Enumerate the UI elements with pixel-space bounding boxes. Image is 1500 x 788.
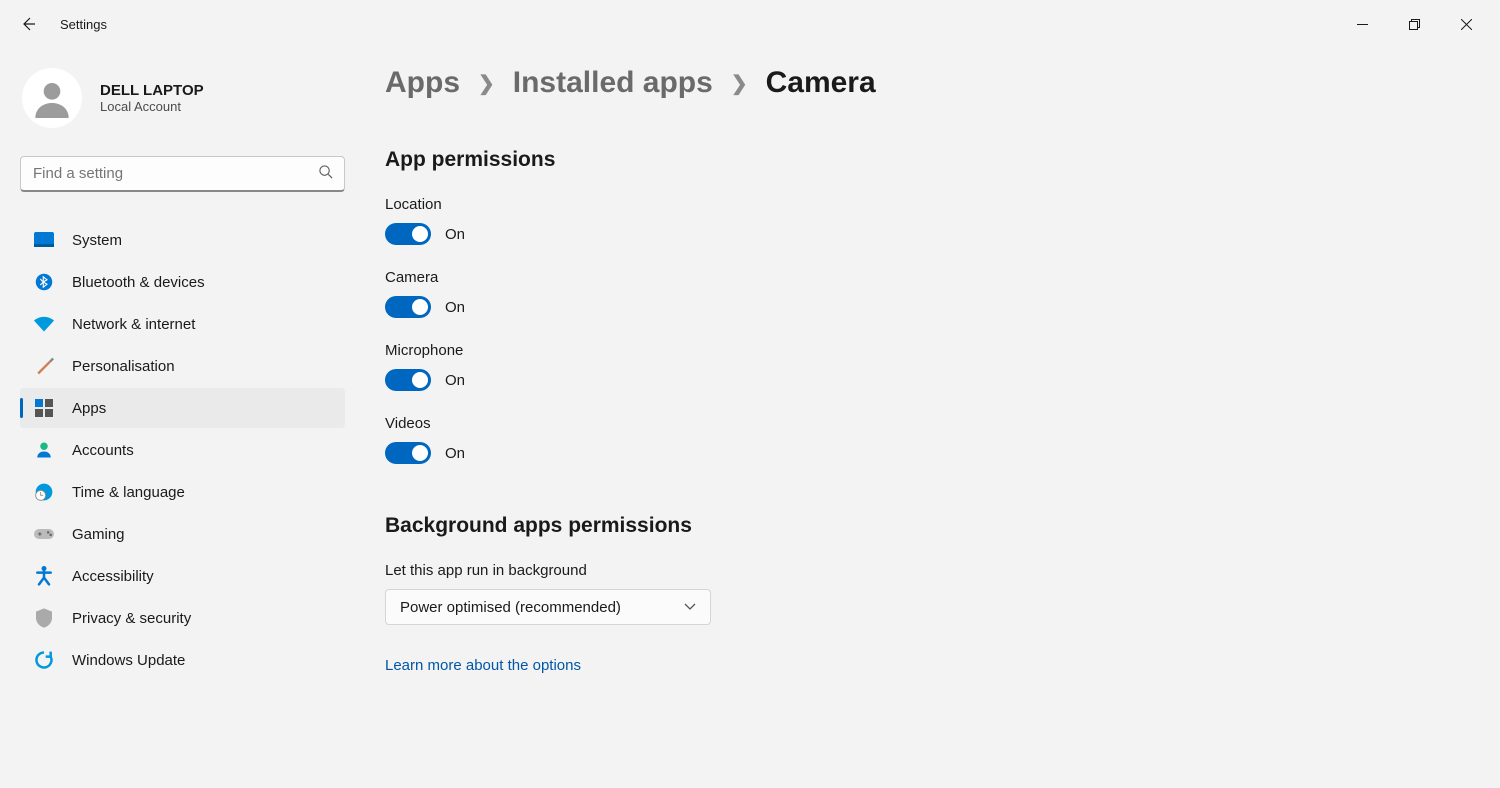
apps-icon	[34, 398, 54, 418]
sidebar-item-label: Time & language	[72, 484, 185, 501]
sidebar-item-personalisation[interactable]: Personalisation	[20, 346, 345, 386]
sidebar-item-label: Bluetooth & devices	[72, 274, 205, 291]
microphone-toggle[interactable]	[385, 369, 431, 391]
update-icon	[34, 650, 54, 670]
perm-label: Location	[385, 196, 1460, 213]
shield-icon	[34, 608, 54, 628]
camera-toggle[interactable]	[385, 296, 431, 318]
sidebar-item-accounts[interactable]: Accounts	[20, 430, 345, 470]
minimize-button[interactable]	[1340, 8, 1384, 40]
perm-microphone: Microphone On	[385, 342, 1460, 391]
background-permissions-heading: Background apps permissions	[385, 514, 1460, 538]
user-name: DELL LAPTOP	[100, 82, 204, 99]
location-toggle[interactable]	[385, 223, 431, 245]
titlebar: Settings	[0, 0, 1500, 48]
toggle-state: On	[445, 226, 465, 243]
sidebar-item-label: Windows Update	[72, 652, 185, 669]
accessibility-icon	[34, 566, 54, 586]
close-icon	[1461, 19, 1472, 30]
toggle-state: On	[445, 445, 465, 462]
sidebar-item-label: Accessibility	[72, 568, 154, 585]
search-box	[20, 156, 345, 192]
minimize-icon	[1357, 19, 1368, 30]
perm-label: Camera	[385, 269, 1460, 286]
maximize-icon	[1409, 19, 1420, 30]
sidebar-item-privacy[interactable]: Privacy & security	[20, 598, 345, 638]
sidebar-item-system[interactable]: System	[20, 220, 345, 260]
perm-videos: Videos On	[385, 415, 1460, 464]
user-block[interactable]: DELL LAPTOP Local Account	[20, 68, 345, 156]
perm-camera: Camera On	[385, 269, 1460, 318]
sidebar-item-label: Network & internet	[72, 316, 195, 333]
breadcrumb-current: Camera	[766, 66, 876, 100]
chevron-right-icon: ❯	[478, 71, 495, 96]
clock-globe-icon	[34, 482, 54, 502]
chevron-down-icon	[684, 603, 696, 611]
arrow-left-icon	[20, 16, 36, 32]
toggle-state: On	[445, 299, 465, 316]
accounts-icon	[34, 440, 54, 460]
background-mode-select[interactable]: Power optimised (recommended)	[385, 589, 711, 625]
nav: System Bluetooth & devices Network & int…	[20, 220, 345, 680]
sidebar-item-label: Gaming	[72, 526, 125, 543]
chevron-right-icon: ❯	[731, 71, 748, 96]
paintbrush-icon	[34, 356, 54, 376]
breadcrumb: Apps ❯ Installed apps ❯ Camera	[385, 66, 1460, 100]
sidebar-item-gaming[interactable]: Gaming	[20, 514, 345, 554]
sidebar-item-accessibility[interactable]: Accessibility	[20, 556, 345, 596]
bluetooth-icon	[34, 272, 54, 292]
sidebar-item-label: Privacy & security	[72, 610, 191, 627]
app-permissions-heading: App permissions	[385, 148, 1460, 172]
perm-label: Microphone	[385, 342, 1460, 359]
sidebar-item-apps[interactable]: Apps	[20, 388, 345, 428]
sidebar-item-time[interactable]: Time & language	[20, 472, 345, 512]
learn-more-link[interactable]: Learn more about the options	[385, 657, 1460, 674]
wifi-icon	[34, 314, 54, 334]
breadcrumb-apps[interactable]: Apps	[385, 66, 460, 100]
back-button[interactable]	[12, 8, 44, 40]
maximize-button[interactable]	[1392, 8, 1436, 40]
gamepad-icon	[34, 524, 54, 544]
sidebar-item-bluetooth[interactable]: Bluetooth & devices	[20, 262, 345, 302]
sidebar-item-update[interactable]: Windows Update	[20, 640, 345, 680]
breadcrumb-installed-apps[interactable]: Installed apps	[513, 66, 713, 100]
perm-label: Videos	[385, 415, 1460, 432]
window-title: Settings	[60, 17, 107, 32]
avatar	[22, 68, 82, 128]
user-subtitle: Local Account	[100, 99, 204, 114]
main-content: Apps ❯ Installed apps ❯ Camera App permi…	[345, 48, 1500, 788]
sidebar-item-label: Apps	[72, 400, 106, 417]
person-icon	[32, 78, 72, 118]
sidebar-item-network[interactable]: Network & internet	[20, 304, 345, 344]
perm-location: Location On	[385, 196, 1460, 245]
select-value: Power optimised (recommended)	[400, 599, 621, 616]
search-input[interactable]	[20, 156, 345, 192]
sidebar: DELL LAPTOP Local Account System Bluetoo…	[0, 48, 345, 788]
close-button[interactable]	[1444, 8, 1488, 40]
toggle-state: On	[445, 372, 465, 389]
background-label: Let this app run in background	[385, 562, 1460, 579]
sidebar-item-label: Accounts	[72, 442, 134, 459]
videos-toggle[interactable]	[385, 442, 431, 464]
sidebar-item-label: System	[72, 232, 122, 249]
system-icon	[34, 230, 54, 250]
sidebar-item-label: Personalisation	[72, 358, 175, 375]
